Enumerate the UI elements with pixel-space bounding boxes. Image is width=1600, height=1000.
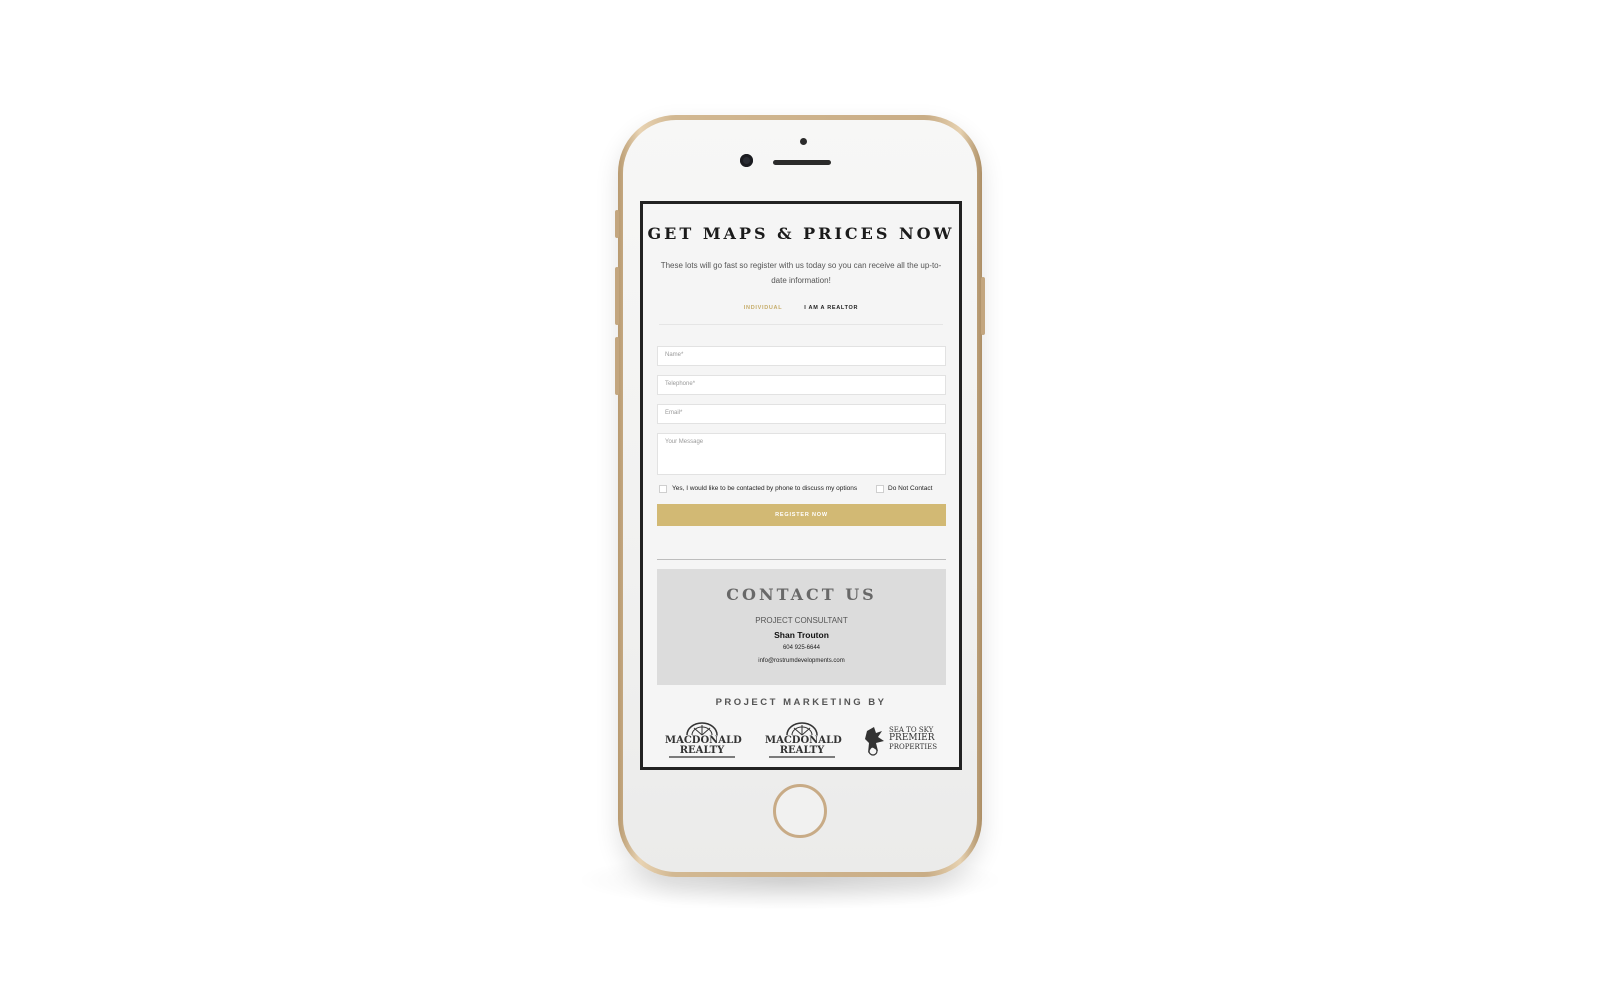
tab-divider [659,324,943,325]
form-subtitle: These lots will go fast so register with… [660,261,942,285]
griffin-emblem-icon [865,727,884,756]
telephone-input[interactable]: Telephone* [657,375,946,395]
form-title: GET MAPS & PRICES NOW [647,224,955,243]
register-now-button[interactable]: REGISTER NOW [657,504,946,526]
name-input[interactable]: Name* [657,346,946,366]
macdonald-realty-2-line2: REALTY [779,745,825,756]
section-divider [657,559,946,560]
do-not-contact-label: Do Not Contact [888,485,933,492]
contact-name: Shan Trouton [774,630,829,640]
macdonald-realty-line2: REALTY [679,745,725,756]
contact-title: CONTACT US [726,585,877,604]
contact-role: PROJECT CONSULTANT [755,616,848,625]
sea-to-sky-line2: PREMIER [889,733,935,743]
contact-phone-link[interactable]: 604 925-6644 [657,645,946,651]
mute-switch [615,210,619,238]
volume-down-button [615,337,619,395]
message-textarea[interactable]: Your Message [657,433,946,475]
contact-by-phone-label: Yes, I would like to be contacted by pho… [672,485,858,492]
registration-tabs: INDIVIDUAL I AM A REALTOR [643,305,959,311]
macdonald-realty-logo: MACDONALD REALTY [665,719,742,759]
earpiece-speaker [773,160,831,165]
marketing-title: PROJECT MARKETING BY [715,697,887,708]
macdonald-realty-logo-2: MACDONALD REALTY [765,719,842,759]
sea-to-sky-premier-logo: SEA TO SKY PREMIER PROPERTIES [864,719,938,759]
contact-by-phone-checkbox[interactable] [659,485,667,493]
home-button[interactable] [773,784,827,838]
phone-screen: GET MAPS & PRICES NOW These lots will go… [640,201,962,770]
volume-up-button [615,267,619,325]
front-camera-icon [740,154,753,167]
do-not-contact-checkbox[interactable] [876,485,884,493]
contact-email-link[interactable]: info@rostrumdevelopments.com [657,658,946,664]
email-input[interactable]: Email* [657,404,946,424]
sea-to-sky-line3: PROPERTIES [889,743,938,751]
tab-individual[interactable]: INDIVIDUAL [744,305,782,311]
contact-card: CONTACT US PROJECT CONSULTANT Shan Trout… [657,569,946,685]
tab-realtor[interactable]: I AM A REALTOR [804,305,858,311]
proximity-sensor [800,138,807,145]
power-button [981,277,985,335]
